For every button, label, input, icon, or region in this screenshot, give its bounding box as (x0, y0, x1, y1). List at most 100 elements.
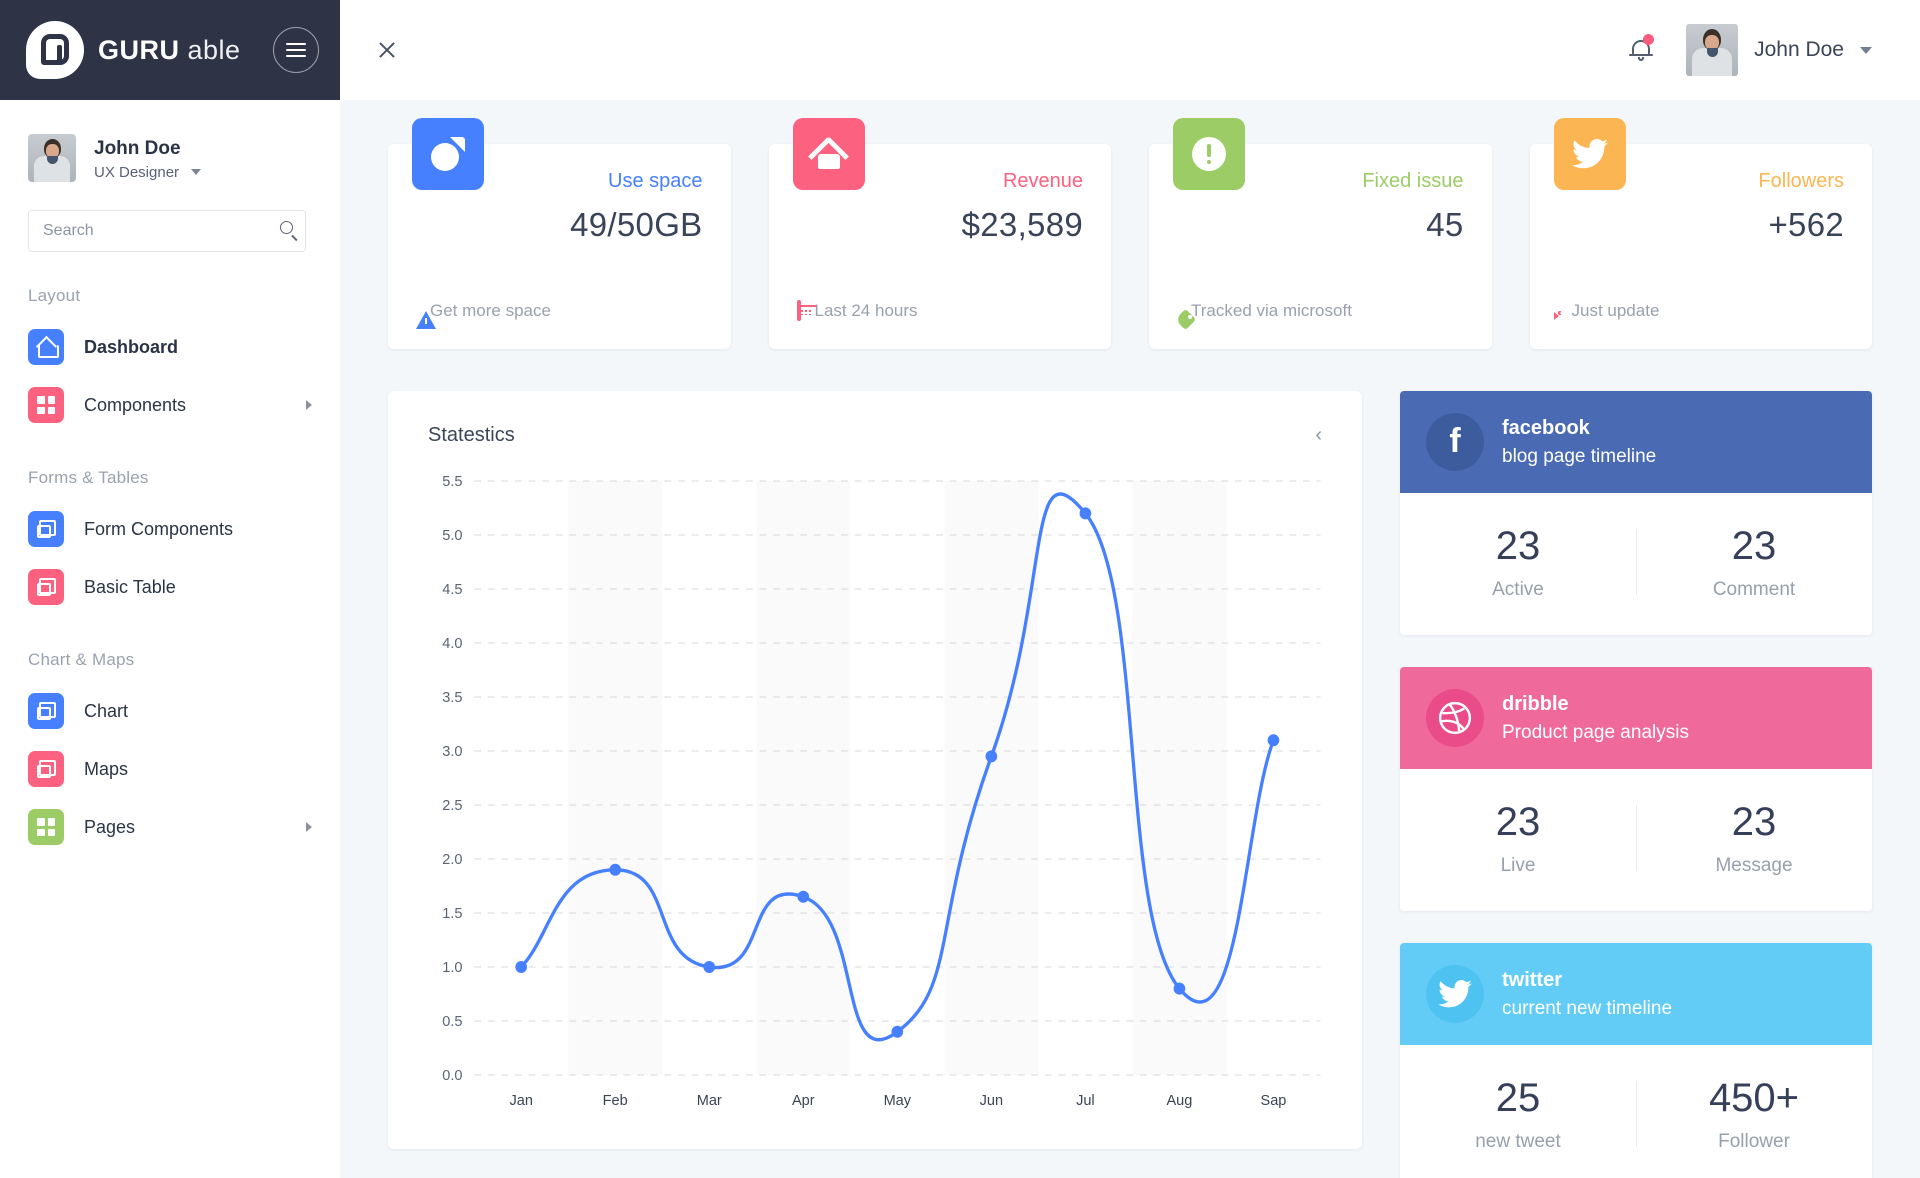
chevron-left-icon[interactable]: ‹ (1307, 421, 1330, 449)
sidebar-profile[interactable]: John Doe UX Designer (0, 100, 340, 182)
sidebar-item-label: Dashboard (84, 337, 178, 358)
svg-text:1.0: 1.0 (442, 960, 462, 976)
chevron-down-icon[interactable] (191, 169, 201, 175)
sidebar-nav: Layout Dashboard Components Forms & Tabl… (0, 252, 340, 856)
social-card-header: twitter current new timeline (1400, 943, 1872, 1045)
social-stat: 23 Live (1400, 799, 1636, 877)
social-subtitle: Product page analysis (1502, 719, 1689, 747)
expand-collapse-icon[interactable] (376, 39, 398, 61)
svg-text:5.5: 5.5 (442, 474, 462, 490)
social-stat: 450+ Follower (1636, 1075, 1872, 1153)
window-icon (28, 511, 64, 547)
svg-text:2.5: 2.5 (442, 798, 462, 814)
avatar (28, 134, 76, 182)
main-area: John Doe Use space 49/50GB Get more spac… (340, 0, 1920, 1178)
search-icon[interactable] (280, 221, 298, 239)
social-stat: 23 Message (1636, 799, 1872, 877)
stat-value: +562 (1558, 206, 1845, 244)
social-stat-label: Follower (1636, 1131, 1872, 1153)
stat-card: Revenue $23,589 Last 24 hours (769, 144, 1112, 349)
home-icon (793, 118, 865, 190)
nav-caption: Layout (0, 252, 340, 318)
nav-caption: Chart & Maps (0, 616, 340, 682)
social-stat-value: 23 (1636, 523, 1872, 569)
social-network-name: facebook (1502, 414, 1656, 443)
grid-icon (28, 809, 64, 845)
sidebar-profile-role: UX Designer (94, 164, 201, 181)
stat-footer-label: Last 24 hours (815, 301, 918, 321)
notification-badge (1643, 34, 1654, 45)
svg-text:May: May (884, 1093, 912, 1109)
stat-footer-label: Just update (1572, 301, 1660, 321)
social-stat: 23 Comment (1636, 523, 1872, 601)
facebook-icon: f (1426, 413, 1484, 471)
sidebar-item-basic-table[interactable]: Basic Table (0, 558, 340, 616)
social-stat-value: 23 (1400, 799, 1636, 845)
stat-value: 45 (1177, 206, 1464, 244)
social-card-twitter: twitter current new timeline 25 new twee… (1400, 943, 1872, 1178)
social-cards-column: f facebook blog page timeline 23 Active … (1400, 391, 1872, 1178)
stat-card-footer: Just update (1558, 301, 1660, 321)
sidebar-item-label: Maps (84, 759, 128, 780)
dribbble-icon (1426, 689, 1484, 747)
svg-text:4.5: 4.5 (442, 582, 462, 598)
chevron-right-icon[interactable] (306, 400, 312, 410)
stat-card-footer: Tracked via microsoft (1177, 301, 1352, 321)
sidebar-item-label: Pages (84, 817, 135, 838)
sidebar-item-chart[interactable]: Chart (0, 682, 340, 740)
statistics-chart: 0.00.51.01.52.02.53.03.54.04.55.05.5JanF… (414, 467, 1336, 1127)
bell-icon[interactable] (1628, 36, 1654, 64)
pie-chart-icon (412, 118, 484, 190)
social-stat-label: Live (1400, 855, 1636, 877)
stat-card-footer: Last 24 hours (797, 301, 918, 321)
svg-text:2.0: 2.0 (442, 852, 462, 868)
sidebar-item-label: Components (84, 395, 186, 416)
sidebar-profile-role-label: UX Designer (94, 164, 179, 181)
dashboard-app: GURU able John Doe UX Designer (0, 0, 1920, 1178)
svg-text:4.0: 4.0 (442, 636, 462, 652)
social-card-header: f facebook blog page timeline (1400, 391, 1872, 493)
social-subtitle: blog page timeline (1502, 443, 1656, 471)
avatar (1686, 24, 1738, 76)
window-icon (28, 693, 64, 729)
brand-title-bold: GURU (98, 35, 180, 65)
svg-text:Aug: Aug (1166, 1093, 1192, 1109)
sidebar-item-form-components[interactable]: Form Components (0, 500, 340, 558)
social-stat: 25 new tweet (1400, 1075, 1636, 1153)
sidebar-item-pages[interactable]: Pages (0, 798, 340, 856)
lower-section: Statestics ‹ 0.00.51.01.52.02.53.03.54.0… (388, 391, 1872, 1178)
nav-caption: Forms & Tables (0, 434, 340, 500)
sidebar-item-components[interactable]: Components (0, 376, 340, 434)
social-stat-value: 25 (1400, 1075, 1636, 1121)
stat-footer-label: Tracked via microsoft (1191, 301, 1352, 321)
svg-text:Jan: Jan (509, 1093, 532, 1109)
sidebar-item-label: Form Components (84, 519, 233, 540)
user-menu[interactable]: John Doe (1686, 24, 1872, 76)
page-title: Statestics (428, 424, 515, 447)
svg-text:Jul: Jul (1076, 1093, 1095, 1109)
svg-text:3.5: 3.5 (442, 690, 462, 706)
stat-card: Followers +562 Just update (1530, 144, 1873, 349)
hamburger-icon[interactable] (273, 27, 319, 73)
guru-logo-icon (26, 21, 84, 79)
social-card-body: 23 Active 23 Comment (1400, 493, 1872, 635)
search-input[interactable] (28, 210, 306, 252)
chevron-right-icon[interactable] (306, 822, 312, 832)
svg-text:Apr: Apr (792, 1093, 815, 1109)
social-card-titles: twitter current new timeline (1502, 966, 1672, 1023)
statistics-header: Statestics ‹ (414, 417, 1336, 449)
brand-title-light: able (180, 35, 241, 65)
chevron-down-icon[interactable] (1860, 47, 1872, 54)
brand-header: GURU able (0, 0, 340, 100)
svg-text:1.5: 1.5 (442, 906, 462, 922)
svg-text:Jun: Jun (980, 1093, 1003, 1109)
social-card-body: 25 new tweet 450+ Follower (1400, 1045, 1872, 1178)
home-icon (28, 329, 64, 365)
twitter-icon (1426, 965, 1484, 1023)
sidebar-item-dashboard[interactable]: Dashboard (0, 318, 340, 376)
social-card-titles: dribble Product page analysis (1502, 690, 1689, 747)
sidebar-item-maps[interactable]: Maps (0, 740, 340, 798)
stat-card: Fixed issue 45 Tracked via microsoft (1149, 144, 1492, 349)
user-menu-name: John Doe (1754, 38, 1844, 62)
topbar-right: John Doe (1628, 24, 1872, 76)
